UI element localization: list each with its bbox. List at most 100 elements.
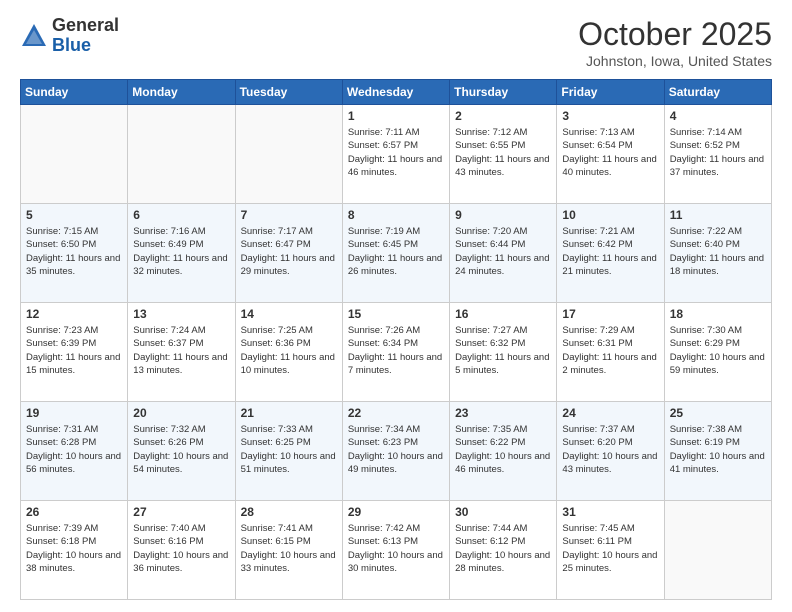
calendar-cell xyxy=(664,501,771,600)
day-number: 11 xyxy=(670,208,766,222)
calendar-cell: 21Sunrise: 7:33 AM Sunset: 6:25 PM Dayli… xyxy=(235,402,342,501)
week-row-2: 5Sunrise: 7:15 AM Sunset: 6:50 PM Daylig… xyxy=(21,204,772,303)
calendar-cell: 29 Sunrise: 7:42 AM Sunset: 6:13 PM Dayli… xyxy=(342,501,449,600)
col-header-thursday: Thursday xyxy=(450,80,557,105)
day-info: Sunrise: 7:38 AM Sunset: 6:19 PM Dayligh… xyxy=(670,423,766,476)
page: General Blue October 2025 Johnston, Iowa… xyxy=(0,0,792,612)
day-number: 1 xyxy=(348,109,444,123)
day-info: Sunrise: 7:26 AM Sunset: 6:34 PM Dayligh… xyxy=(348,324,444,377)
day-info: Sunrise: 7:29 AM Sunset: 6:31 PM Dayligh… xyxy=(562,324,658,377)
day-info: Sunrise: 7:24 AM Sunset: 6:37 PM Dayligh… xyxy=(133,324,229,377)
day-info: Sunrise: 7:35 AM Sunset: 6:22 PM Dayligh… xyxy=(455,423,551,476)
day-number: 17 xyxy=(562,307,658,321)
calendar-cell: 20 Sunrise: 7:32 AM Sunset: 6:26 PM Dayli… xyxy=(128,402,235,501)
day-number: 7 xyxy=(241,208,337,222)
day-number: 9 xyxy=(455,208,551,222)
day-number: 26 xyxy=(26,505,122,519)
calendar-table: SundayMondayTuesdayWednesdayThursdayFrid… xyxy=(20,79,772,600)
calendar-cell: 24 Sunrise: 7:37 AM Sunset: 6:20 PM Dayli… xyxy=(557,402,664,501)
day-number: 14 xyxy=(241,307,337,321)
calendar-cell xyxy=(128,105,235,204)
calendar-cell: 11 Sunrise: 7:22 AM Sunset: 6:40 PM Dayli… xyxy=(664,204,771,303)
day-info: Sunrise: 7:22 AM Sunset: 6:40 PM Dayligh… xyxy=(670,225,766,278)
day-info: Sunrise: 7:34 AM Sunset: 6:23 PM Dayligh… xyxy=(348,423,444,476)
day-number: 4 xyxy=(670,109,766,123)
day-number: 12 xyxy=(26,307,122,321)
calendar-cell: 2 Sunrise: 7:12 AM Sunset: 6:55 PM Daylig… xyxy=(450,105,557,204)
calendar-cell: 10Sunrise: 7:21 AM Sunset: 6:42 PM Dayli… xyxy=(557,204,664,303)
day-number: 23 xyxy=(455,406,551,420)
day-info: Sunrise: 7:41 AM Sunset: 6:15 PM Dayligh… xyxy=(241,522,337,575)
col-header-friday: Friday xyxy=(557,80,664,105)
calendar-cell: 25 Sunrise: 7:38 AM Sunset: 6:19 PM Dayli… xyxy=(664,402,771,501)
calendar-cell: 19 Sunrise: 7:31 AM Sunset: 6:28 PM Dayli… xyxy=(21,402,128,501)
col-header-wednesday: Wednesday xyxy=(342,80,449,105)
title-block: October 2025 Johnston, Iowa, United Stat… xyxy=(578,16,772,69)
day-info: Sunrise: 7:37 AM Sunset: 6:20 PM Dayligh… xyxy=(562,423,658,476)
day-info: Sunrise: 7:30 AM Sunset: 6:29 PM Dayligh… xyxy=(670,324,766,377)
day-info: Sunrise: 7:44 AM Sunset: 6:12 PM Dayligh… xyxy=(455,522,551,575)
day-number: 22 xyxy=(348,406,444,420)
day-info: Sunrise: 7:45 AM Sunset: 6:11 PM Dayligh… xyxy=(562,522,658,575)
location: Johnston, Iowa, United States xyxy=(578,53,772,69)
week-row-5: 26 Sunrise: 7:39 AM Sunset: 6:18 PM Dayli… xyxy=(21,501,772,600)
day-info: Sunrise: 7:32 AM Sunset: 6:26 PM Dayligh… xyxy=(133,423,229,476)
day-number: 28 xyxy=(241,505,337,519)
day-number: 25 xyxy=(670,406,766,420)
day-info: Sunrise: 7:12 AM Sunset: 6:55 PM Dayligh… xyxy=(455,126,551,179)
calendar-cell xyxy=(235,105,342,204)
col-header-saturday: Saturday xyxy=(664,80,771,105)
calendar-cell: 13 Sunrise: 7:24 AM Sunset: 6:37 PM Dayli… xyxy=(128,303,235,402)
day-number: 13 xyxy=(133,307,229,321)
day-number: 15 xyxy=(348,307,444,321)
month-title: October 2025 xyxy=(578,16,772,53)
day-info: Sunrise: 7:11 AM Sunset: 6:57 PM Dayligh… xyxy=(348,126,444,179)
day-number: 29 xyxy=(348,505,444,519)
day-number: 27 xyxy=(133,505,229,519)
calendar-cell: 22 Sunrise: 7:34 AM Sunset: 6:23 PM Dayli… xyxy=(342,402,449,501)
calendar-cell: 8 Sunrise: 7:19 AM Sunset: 6:45 PM Daylig… xyxy=(342,204,449,303)
day-number: 2 xyxy=(455,109,551,123)
day-info: Sunrise: 7:27 AM Sunset: 6:32 PM Dayligh… xyxy=(455,324,551,377)
calendar-cell: 30 Sunrise: 7:44 AM Sunset: 6:12 PM Dayli… xyxy=(450,501,557,600)
day-info: Sunrise: 7:13 AM Sunset: 6:54 PM Dayligh… xyxy=(562,126,658,179)
calendar-cell: 26 Sunrise: 7:39 AM Sunset: 6:18 PM Dayli… xyxy=(21,501,128,600)
day-info: Sunrise: 7:19 AM Sunset: 6:45 PM Dayligh… xyxy=(348,225,444,278)
calendar-cell: 1 Sunrise: 7:11 AM Sunset: 6:57 PM Daylig… xyxy=(342,105,449,204)
col-header-tuesday: Tuesday xyxy=(235,80,342,105)
day-info: Sunrise: 7:23 AM Sunset: 6:39 PM Dayligh… xyxy=(26,324,122,377)
day-info: Sunrise: 7:40 AM Sunset: 6:16 PM Dayligh… xyxy=(133,522,229,575)
day-info: Sunrise: 7:33 AM Sunset: 6:25 PM Dayligh… xyxy=(241,423,337,476)
day-info: Sunrise: 7:16 AM Sunset: 6:49 PM Dayligh… xyxy=(133,225,229,278)
logo: General Blue xyxy=(20,16,119,56)
calendar-cell: 5Sunrise: 7:15 AM Sunset: 6:50 PM Daylig… xyxy=(21,204,128,303)
day-number: 3 xyxy=(562,109,658,123)
logo-icon xyxy=(20,22,48,50)
day-info: Sunrise: 7:42 AM Sunset: 6:13 PM Dayligh… xyxy=(348,522,444,575)
day-number: 18 xyxy=(670,307,766,321)
col-header-sunday: Sunday xyxy=(21,80,128,105)
calendar-cell: 15 Sunrise: 7:26 AM Sunset: 6:34 PM Dayli… xyxy=(342,303,449,402)
day-number: 20 xyxy=(133,406,229,420)
day-number: 16 xyxy=(455,307,551,321)
day-info: Sunrise: 7:39 AM Sunset: 6:18 PM Dayligh… xyxy=(26,522,122,575)
day-number: 5 xyxy=(26,208,122,222)
day-info: Sunrise: 7:25 AM Sunset: 6:36 PM Dayligh… xyxy=(241,324,337,377)
calendar-cell: 18 Sunrise: 7:30 AM Sunset: 6:29 PM Dayli… xyxy=(664,303,771,402)
day-info: Sunrise: 7:14 AM Sunset: 6:52 PM Dayligh… xyxy=(670,126,766,179)
col-header-monday: Monday xyxy=(128,80,235,105)
day-number: 8 xyxy=(348,208,444,222)
day-number: 31 xyxy=(562,505,658,519)
calendar-cell: 17 Sunrise: 7:29 AM Sunset: 6:31 PM Dayli… xyxy=(557,303,664,402)
calendar-cell: 31 Sunrise: 7:45 AM Sunset: 6:11 PM Dayli… xyxy=(557,501,664,600)
calendar-cell: 23 Sunrise: 7:35 AM Sunset: 6:22 PM Dayli… xyxy=(450,402,557,501)
day-number: 30 xyxy=(455,505,551,519)
day-info: Sunrise: 7:17 AM Sunset: 6:47 PM Dayligh… xyxy=(241,225,337,278)
day-info: Sunrise: 7:21 AM Sunset: 6:42 PM Dayligh… xyxy=(562,225,658,278)
day-info: Sunrise: 7:31 AM Sunset: 6:28 PM Dayligh… xyxy=(26,423,122,476)
calendar-cell: 16 Sunrise: 7:27 AM Sunset: 6:32 PM Dayli… xyxy=(450,303,557,402)
day-info: Sunrise: 7:20 AM Sunset: 6:44 PM Dayligh… xyxy=(455,225,551,278)
day-number: 19 xyxy=(26,406,122,420)
day-number: 24 xyxy=(562,406,658,420)
logo-text: General Blue xyxy=(52,16,119,56)
